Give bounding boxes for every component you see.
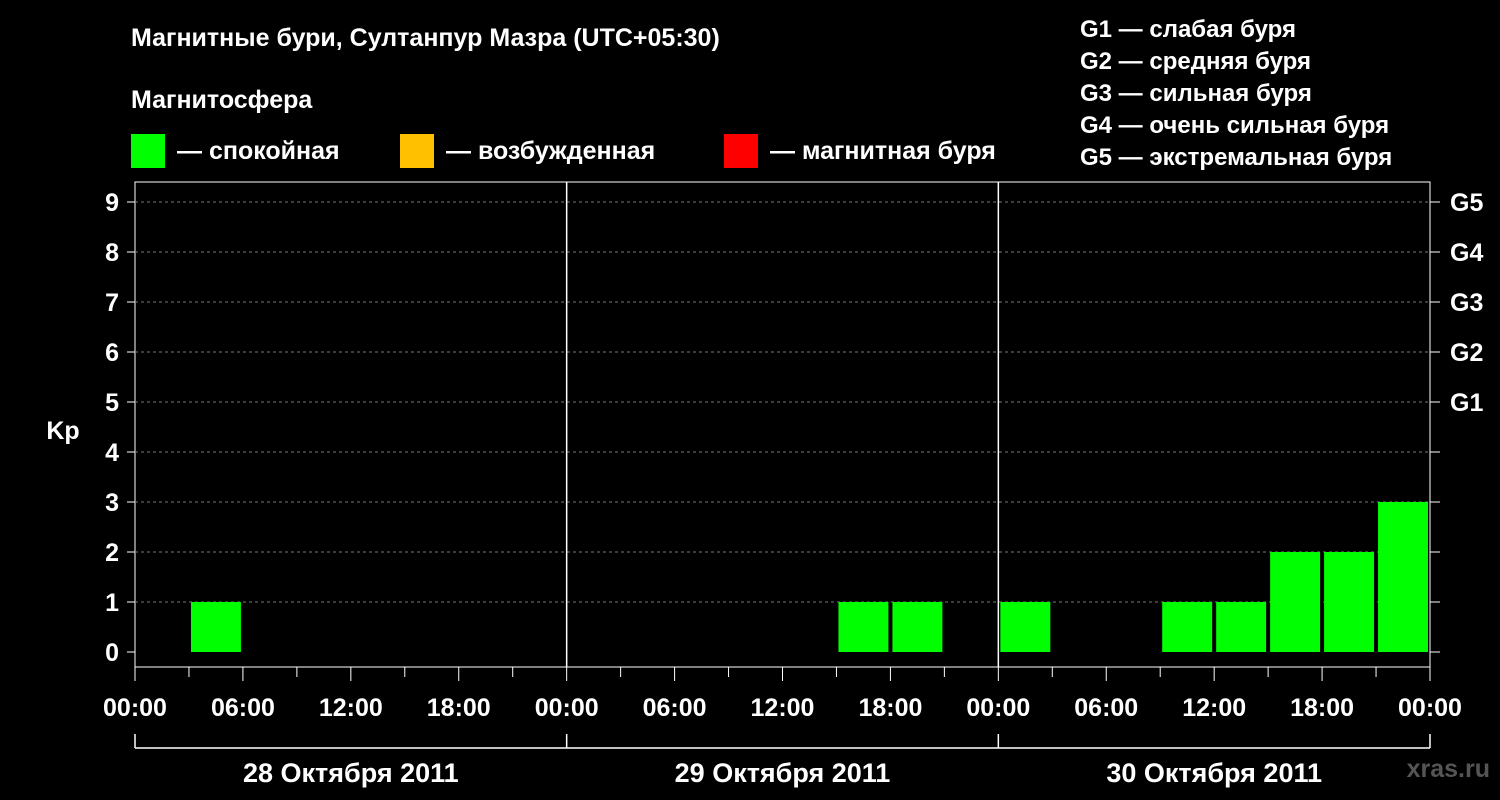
- g-level-label: G4: [1450, 239, 1483, 267]
- kp-chart: 0 1 2 3 4 5 6 7 8 9 G1 G2 G3 G4 G5 Kp 00:00 06:00 12:00 18:…: [46, 181, 1483, 788]
- y-tick-label: 4: [105, 439, 119, 467]
- kp-bar: [1000, 602, 1051, 652]
- watermark: xras.ru: [1406, 755, 1490, 783]
- kp-bar: [1270, 552, 1321, 652]
- g-level-label: G1: [1450, 389, 1483, 417]
- x-tick-label: 06:00: [1074, 694, 1138, 722]
- y-tick-label: 3: [105, 489, 119, 517]
- x-tick-label: 18:00: [427, 694, 491, 722]
- y-axis-label: Kp: [46, 417, 79, 445]
- x-tick-label: 12:00: [1182, 694, 1246, 722]
- x-tick-label: 18:00: [1290, 694, 1354, 722]
- g-level-label: G3: [1450, 289, 1483, 317]
- y-tick-label: 9: [105, 189, 119, 217]
- x-tick-label: 06:00: [643, 694, 707, 722]
- day-label: 30 Октября 2011: [1106, 758, 1322, 788]
- y-tick-label: 7: [105, 289, 119, 317]
- kp-bar: [838, 602, 889, 652]
- y-tick-label: 1: [105, 589, 119, 617]
- g-level-label: G2: [1450, 339, 1483, 367]
- kp-bar: [892, 602, 943, 652]
- x-tick-label: 00:00: [1398, 694, 1462, 722]
- kp-bar-partial: [1416, 602, 1428, 652]
- x-tick-label: 12:00: [319, 694, 383, 722]
- kp-bar: [1324, 552, 1375, 652]
- kp-bar: [1216, 602, 1267, 652]
- day-label: 28 Октября 2011: [243, 758, 459, 788]
- kp-bar: [190, 602, 241, 652]
- y-tick-label: 6: [105, 339, 119, 367]
- kp-bar: [1162, 602, 1213, 652]
- y-tick-label: 5: [105, 389, 119, 417]
- g-level-label: G5: [1450, 189, 1483, 217]
- day-label: 29 Октября 2011: [675, 758, 891, 788]
- x-tick-label: 00:00: [535, 694, 599, 722]
- y-tick-label: 8: [105, 239, 119, 267]
- x-tick-label: 06:00: [211, 694, 275, 722]
- plot-frame: [134, 181, 1431, 668]
- x-tick-label: 18:00: [858, 694, 922, 722]
- y-tick-label: 0: [105, 639, 119, 667]
- x-tick-label: 00:00: [103, 694, 167, 722]
- y-tick-label: 2: [105, 539, 119, 567]
- x-tick-label: 00:00: [966, 694, 1030, 722]
- x-tick-label: 12:00: [751, 694, 815, 722]
